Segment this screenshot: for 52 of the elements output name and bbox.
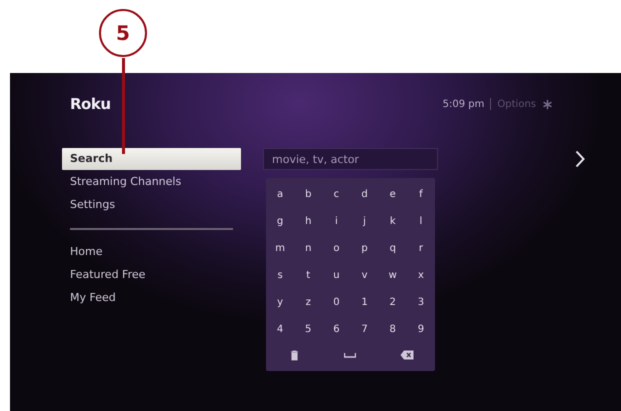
menu-item[interactable]: Streaming Channels xyxy=(62,171,241,193)
roku-logo: Roku xyxy=(70,95,111,113)
backspace-icon[interactable] xyxy=(400,350,414,360)
keyboard-key[interactable]: k xyxy=(378,208,407,235)
menu-item[interactable]: Featured Free xyxy=(62,264,241,286)
keyboard-key[interactable]: f xyxy=(406,181,435,208)
keyboard-key[interactable]: 0 xyxy=(322,289,350,316)
menu-item[interactable]: Settings xyxy=(62,194,241,216)
chevron-right-icon[interactable] xyxy=(575,150,585,168)
keyboard-key[interactable]: m xyxy=(266,235,294,262)
asterisk-icon xyxy=(542,98,553,110)
trash-icon[interactable] xyxy=(290,350,299,360)
keyboard-key[interactable]: 6 xyxy=(322,316,350,343)
keyboard-key[interactable]: 1 xyxy=(350,289,379,316)
keyboard-key[interactable]: l xyxy=(406,208,435,235)
keyboard-key[interactable]: q xyxy=(378,235,407,262)
keyboard-key[interactable]: z xyxy=(294,289,322,316)
keyboard-key[interactable]: g xyxy=(266,208,294,235)
options-hint: Options xyxy=(497,98,536,110)
keyboard-key[interactable]: n xyxy=(294,235,322,262)
keyboard-key[interactable]: 7 xyxy=(350,316,379,343)
keyboard-key[interactable]: y xyxy=(266,289,294,316)
keyboard-key[interactable]: e xyxy=(378,181,407,208)
keyboard-key[interactable]: r xyxy=(406,235,435,262)
keyboard-key[interactable]: v xyxy=(350,262,379,289)
keyboard-key[interactable]: 2 xyxy=(378,289,407,316)
search-field[interactable]: movie, tv, actor xyxy=(263,148,438,170)
clock-time: 5:09 pm xyxy=(442,98,484,110)
keyboard-key[interactable]: a xyxy=(266,181,294,208)
menu-item[interactable]: Home xyxy=(62,241,241,263)
callout-badge: 5 xyxy=(99,9,147,57)
keyboard-key[interactable]: c xyxy=(322,181,350,208)
keyboard-key[interactable]: 4 xyxy=(266,316,294,343)
keyboard-key[interactable]: p xyxy=(350,235,379,262)
keyboard-key[interactable]: x xyxy=(406,262,435,289)
keyboard-key[interactable]: s xyxy=(266,262,294,289)
space-icon[interactable] xyxy=(344,352,356,358)
keyboard-key[interactable]: h xyxy=(294,208,322,235)
keyboard-key[interactable]: w xyxy=(378,262,407,289)
menu-item[interactable]: My Feed xyxy=(62,287,241,309)
keyboard-key[interactable]: 8 xyxy=(378,316,407,343)
keyboard-key[interactable]: o xyxy=(322,235,350,262)
keyboard-key[interactable]: 3 xyxy=(406,289,435,316)
keyboard-key[interactable]: i xyxy=(322,208,350,235)
keyboard-key[interactable]: d xyxy=(350,181,379,208)
keyboard-key[interactable]: 5 xyxy=(294,316,322,343)
keyboard-key[interactable]: t xyxy=(294,262,322,289)
keyboard-key[interactable]: u xyxy=(322,262,350,289)
keyboard-key[interactable]: j xyxy=(350,208,379,235)
menu-item[interactable]: Search xyxy=(62,148,241,170)
keyboard-key[interactable]: 9 xyxy=(406,316,435,343)
keyboard-key[interactable]: b xyxy=(294,181,322,208)
